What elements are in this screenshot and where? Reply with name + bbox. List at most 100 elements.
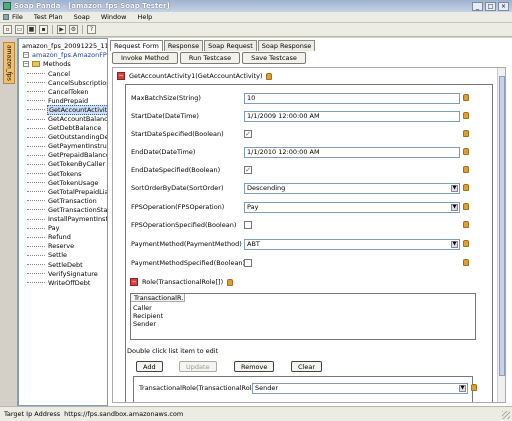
lock-icon[interactable] [463,166,469,173]
lock-icon[interactable] [463,130,469,137]
list-item[interactable]: Sender [133,320,156,328]
chevron-down-icon[interactable]: ▼ [459,384,466,392]
menu-window[interactable]: Window [101,13,127,21]
tree-methods-folder[interactable]: − Methods [23,60,71,68]
lock-icon[interactable] [463,184,469,191]
side-tab-strip: amazon_fps [0,38,18,406]
help-icon[interactable]: ? [87,25,96,34]
resize-grip[interactable] [502,411,510,419]
chevron-down-icon[interactable]: ▼ [451,240,458,248]
open-folder-icon[interactable]: ▭ [15,25,24,34]
field-input[interactable]: 1/1/2009 12:00:00 AM [244,110,460,122]
tree-method-item[interactable]: GetAccountBalance [27,114,107,123]
tab-soap-request[interactable]: Soap Request [204,40,257,51]
tree-method-item[interactable]: Cancel [27,69,107,78]
lock-icon[interactable] [266,72,273,80]
transactional-role-group: TransactionalRole(TransactionalRole) Sen… [133,376,477,402]
field-select[interactable]: Descending ▼ [244,182,460,194]
menu-file[interactable]: File [12,13,23,21]
remove-button[interactable]: Remove [234,361,275,372]
tree-method-item[interactable]: InstallPaymentInstruc [27,215,107,224]
toolbar: ▫ ▭ ■ ▪ ▶ ⚙ ? [0,23,512,37]
list-item[interactable]: Caller [133,304,152,312]
clear-button[interactable]: Clear [291,361,322,372]
tree-method-item[interactable]: Settle [27,251,107,260]
tree-method-item[interactable]: GetTransaction [27,196,107,205]
invoke-method-button[interactable]: Invoke Method [112,52,178,64]
add-button[interactable]: Add [136,361,163,372]
menu-help[interactable]: Help [137,13,152,21]
collapse-node-icon[interactable]: − [117,72,125,80]
chevron-down-icon[interactable]: ▼ [451,203,458,211]
tree-service[interactable]: − amazon_fps.AmazonFPS [23,51,107,59]
play-icon[interactable]: ▶ [57,25,66,34]
update-button[interactable]: Update [179,361,217,372]
new-icon[interactable]: ▫ [3,25,12,34]
tree-method-item[interactable]: GetOutstandingDebt [27,133,107,142]
side-tab-amazon-fps[interactable]: amazon_fps [3,42,15,84]
tree-method-item[interactable]: GetTokenByCaller [27,160,107,169]
tree-method-item[interactable]: Pay [27,224,107,233]
tree-method-item[interactable]: CancelSubscriptionA [27,78,107,87]
lock-icon[interactable] [463,259,469,266]
lock-icon[interactable] [463,221,469,228]
collapse-node-icon[interactable]: − [130,278,138,286]
vertical-scrollbar[interactable] [497,68,505,402]
tree-method-item[interactable]: GetAccountActivity [27,104,107,115]
save-testcase-button[interactable]: Save Testcase [242,52,306,64]
field-label: MaxBatchSize(String) [131,94,201,102]
tab-response[interactable]: Response [163,40,204,51]
field-input[interactable]: 1/1/2010 12:00:00 AM [244,146,460,158]
tree-method-item[interactable]: Refund [27,233,107,242]
tree-method-item[interactable]: GetTokens [27,169,107,178]
chevron-down-icon[interactable]: ▼ [451,184,458,192]
collapse-icon[interactable]: − [23,61,29,67]
field-checkbox[interactable]: ✓ [244,166,252,174]
role-list[interactable]: TransactionalR... Caller Recipient Sende… [130,293,476,340]
scrollbar-thumb[interactable] [499,76,505,376]
field-checkbox[interactable] [244,259,252,267]
lock-icon[interactable] [471,384,477,391]
tree-method-item[interactable]: GetPrepaidBalance [27,151,107,160]
collapse-icon[interactable]: − [23,52,29,58]
field-select[interactable]: Pay ▼ [244,201,460,213]
doc-icon [3,14,9,20]
lock-icon[interactable] [463,148,469,155]
tree-method-item[interactable]: GetDebtBalance [27,124,107,133]
transactional-role-select[interactable]: Sender ▼ [252,382,468,394]
tab-soap-response[interactable]: Soap Response [257,40,316,51]
lock-icon[interactable] [463,94,469,101]
minimize-button[interactable]: _ [472,2,483,11]
close-button[interactable]: × [498,2,509,11]
tree-method-item[interactable]: Reserve [27,242,107,251]
settings-icon[interactable]: ⚙ [69,25,78,34]
tab-request-form[interactable]: Request Form [110,40,163,51]
grid-column-header[interactable]: TransactionalR... [131,294,185,302]
tree-method-item[interactable]: WriteOffDebt [27,278,107,287]
save-all-icon[interactable]: ▪ [39,25,48,34]
tree-method-item[interactable]: SettleDebt [27,260,107,269]
field-checkbox[interactable]: ✓ [244,130,252,138]
lock-icon[interactable] [463,240,469,247]
field-input[interactable]: 10 [244,92,460,104]
tree-method-item[interactable]: VerifySignature [27,269,107,278]
tree-method-item[interactable]: GetTotalPrepaidLiab [27,187,107,196]
tree-method-item[interactable]: GetPaymentInstructio [27,142,107,151]
tree-method-item[interactable]: GetTransactionStatu [27,205,107,214]
lock-icon[interactable] [463,112,469,119]
list-item[interactable]: Recipient [133,312,163,320]
run-testcase-button[interactable]: Run Testcase [179,52,241,64]
field-label: FPSOperationSpecified(Boolean) [131,221,237,229]
lock-icon[interactable] [227,278,234,286]
field-checkbox[interactable] [244,221,252,229]
tree-method-item[interactable]: GetTokenUsage [27,178,107,187]
field-select[interactable]: ABT ▼ [244,238,460,250]
tree-method-item[interactable]: CancelToken [27,87,107,96]
lock-icon[interactable] [463,203,469,210]
menu-soap[interactable]: Soap [74,13,90,21]
status-label: Target Ip Address [4,410,61,418]
tree-root-file[interactable]: amazon_fps_20091225_114815. [22,42,107,50]
maximize-button[interactable]: □ [485,2,496,11]
save-icon[interactable]: ■ [27,25,36,34]
menu-test-plan[interactable]: Test Plan [34,13,63,21]
